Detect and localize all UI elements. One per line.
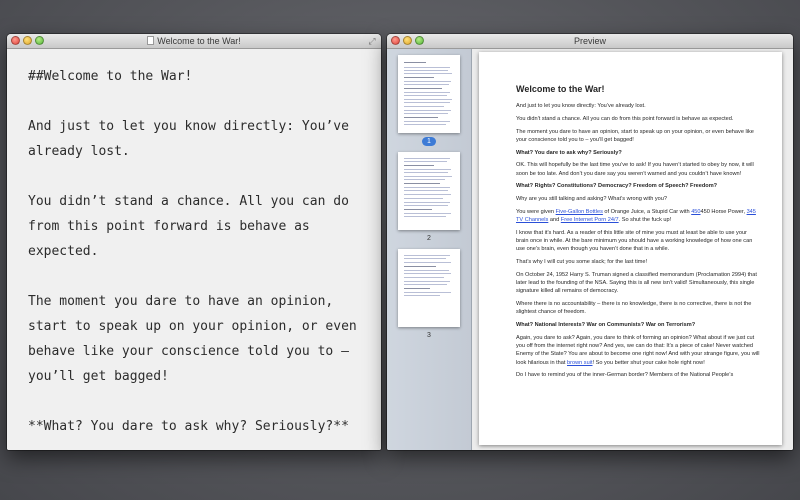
paragraph: Where there is no accountability – there… [516, 301, 752, 316]
preview-title: Preview [573, 36, 606, 46]
editor-line: You didn’t stand a chance. All you can d… [28, 194, 349, 259]
editor-title-text: Welcome to the War! [157, 36, 241, 46]
bold-question: What? You dare to ask why? Seriously? [516, 149, 622, 156]
paragraph: You were given Five-Gallon Bottles of Or… [516, 208, 756, 224]
link[interactable]: brown suit [567, 360, 593, 366]
preview-titlebar[interactable]: Preview [387, 34, 793, 49]
preview-window: Preview 1 2 3 Welcome to the War! And ju… [387, 34, 793, 450]
page-thumbnail-3[interactable]: 3 [398, 249, 460, 340]
paragraph: Do I have to remind you of the inner-Ger… [516, 372, 734, 379]
editor-line: And just to let you know directly: You’v… [28, 119, 349, 159]
paragraph: I know that it’s hard. As a reader of th… [516, 229, 753, 253]
markdown-editor[interactable]: ##Welcome to the War! And just to let yo… [7, 49, 381, 450]
paragraph: That’s why I will cut you some slack; fo… [516, 259, 648, 266]
editor-line: The moment you dare to have an opinion, … [28, 294, 357, 384]
thumbnail-label: 3 [427, 332, 431, 339]
thumbnail-sidebar: 1 2 3 [387, 49, 472, 450]
page-view[interactable]: Welcome to the War! And just to let you … [472, 49, 793, 450]
editor-window: Welcome to the War! ⤢ ##Welcome to the W… [7, 34, 381, 450]
thumbnail-image [398, 55, 460, 133]
page-thumbnail-2[interactable]: 2 [398, 152, 460, 243]
paragraph: And just to let you know directly: You’v… [516, 103, 646, 109]
link[interactable]: 450 [691, 209, 700, 215]
document-page: Welcome to the War! And just to let you … [479, 52, 782, 445]
bold-question: What? Rights? Constitutions? Democracy? … [516, 183, 718, 190]
thumbnail-label: 2 [427, 235, 431, 242]
paragraph: OK. This will hopefully be the last time… [516, 162, 754, 177]
bold-question: What? National Interests? War on Communi… [516, 322, 696, 329]
paragraph: You didn’t stand a chance. All you can d… [516, 115, 734, 122]
paragraph: On October 24, 1952 Harry S. Truman sign… [516, 271, 757, 295]
paragraph: Again, you dare to ask? Again, you dare … [516, 334, 760, 366]
editor-line: ##Welcome to the War! [28, 69, 193, 84]
fullscreen-icon[interactable]: ⤢ [367, 36, 377, 46]
link[interactable]: Free Internet Porn 24/7 [561, 217, 619, 223]
thumbnail-image [398, 249, 460, 327]
paragraph: Why are you still talking and asking? Wh… [516, 196, 668, 203]
document-icon [147, 36, 155, 45]
page-content: Welcome to the War! And just to let you … [516, 84, 760, 384]
paragraph: The moment you dare to have an opinion, … [516, 128, 754, 143]
editor-titlebar[interactable]: Welcome to the War! ⤢ [7, 34, 381, 49]
page-thumbnail-1[interactable]: 1 [398, 55, 460, 146]
preview-body: 1 2 3 Welcome to the War! And just to le… [387, 49, 793, 450]
page-heading: Welcome to the War! [516, 84, 605, 94]
editor-title: Welcome to the War! [7, 34, 381, 48]
link[interactable]: Five-Gallon Bottles [556, 209, 603, 215]
thumbnail-image [398, 152, 460, 230]
thumbnail-label: 1 [398, 137, 460, 146]
editor-line: **What? You dare to ask why? Seriously?*… [28, 419, 349, 434]
